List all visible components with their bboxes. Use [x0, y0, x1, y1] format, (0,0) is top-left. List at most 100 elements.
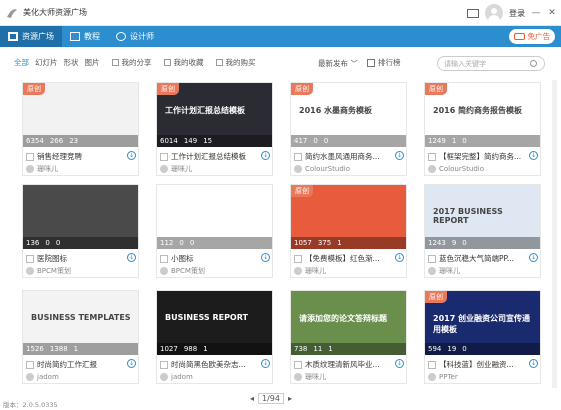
card-author[interactable]: 珊咪儿	[305, 266, 326, 276]
filter-all[interactable]: 全部	[14, 57, 29, 68]
card-thumbnail[interactable]: 请添加您的论文答辩标题 738 11 1	[291, 291, 406, 355]
card-title[interactable]: 【科技蓝】创业融资...	[439, 359, 514, 370]
resource-card[interactable]: BUSINESS REPORT 1027 988 1 时尚简黑色欧美杂志... jadom…	[156, 290, 273, 384]
card-title[interactable]: 销售经理竞聘	[37, 151, 82, 162]
resource-card[interactable]: 工作计划汇报总结模板 原创 6014 149 15 工作计划汇报总结模板 珊咪儿 ↓	[156, 82, 273, 176]
resource-card[interactable]: 2017 BUSINESS REPORT 1243 9 0 蓝色沉稳大气简端PP... 珊…	[424, 184, 541, 278]
comments-count: 1	[73, 345, 79, 353]
card-title[interactable]: 工作计划汇报总结模板	[171, 151, 246, 162]
card-author[interactable]: BPCM策划	[171, 266, 205, 276]
tab-designer[interactable]: 设计师	[108, 26, 162, 47]
card-author[interactable]: 珊咪儿	[305, 372, 326, 382]
comments-count: 0	[189, 239, 195, 247]
card-title[interactable]: 【免费模板】红色渐...	[305, 253, 380, 264]
download-icon[interactable]: ↓	[529, 359, 538, 368]
resource-card[interactable]: BUSINESS TEMPLATES 1526 1388 1 时尚简约工作汇报 jadom…	[22, 290, 139, 384]
avatar[interactable]	[485, 4, 503, 22]
card-title[interactable]: 时尚简黑色欧美杂志...	[171, 359, 246, 370]
card-thumbnail[interactable]: 2017 创业融资公司宣传通用模板 原创 594 19 0	[425, 291, 540, 355]
card-thumbnail[interactable]: BUSINESS TEMPLATES 1526 1388 1	[23, 291, 138, 355]
card-author[interactable]: jadom	[37, 373, 59, 381]
filter-slides[interactable]: 幻灯片	[35, 57, 58, 68]
resource-card[interactable]: 2017 创业融资公司宣传通用模板 原创 594 19 0 【科技蓝】创业融资... PPT…	[424, 290, 541, 384]
author-icon	[294, 266, 302, 275]
views-count: 1243	[428, 239, 446, 247]
filter-images[interactable]: 图片	[85, 57, 100, 68]
search-box[interactable]	[437, 56, 545, 71]
card-author[interactable]: 珊咪儿	[37, 164, 58, 174]
card-thumbnail[interactable]: 工作计划汇报总结模板 原创 6014 149 15	[157, 83, 272, 147]
download-icon[interactable]: ↓	[127, 253, 136, 262]
download-icon[interactable]: ↓	[261, 359, 270, 368]
card-thumbnail[interactable]: BUSINESS REPORT 1027 988 1	[157, 291, 272, 355]
tab-label: 设计师	[130, 32, 154, 41]
checkbox-label: 我的收藏	[173, 57, 204, 67]
card-title[interactable]: 蓝色沉稳大气简端PP...	[439, 253, 514, 264]
tab-tutorial[interactable]: 教程	[62, 26, 108, 47]
prev-page-button[interactable]: ◂	[250, 394, 254, 403]
resource-card[interactable]: 原创 1057 375 1 【免费模板】红色渐... 珊咪儿 ↓	[290, 184, 407, 278]
resource-card[interactable]: 2016 水墨商务模板 原创 417 0 0 简约水墨风通用商务... ColourStud…	[290, 82, 407, 176]
card-author[interactable]: ColourStudio	[439, 165, 484, 173]
resource-card[interactable]: 原创 6354 266 23 销售经理竞聘 珊咪儿 ↓	[22, 82, 139, 176]
likes-count: 988	[183, 345, 198, 353]
card-thumbnail[interactable]: 112 0 0	[157, 185, 272, 249]
card-title[interactable]: 医院图标	[37, 253, 67, 264]
ranking-button[interactable]: 排行榜	[367, 57, 401, 68]
resource-card[interactable]: 2016 简约商务报告模板 原创 1249 1 0 【框架完整】简约商务... Colour…	[424, 82, 541, 176]
original-badge: 原创	[157, 83, 179, 95]
card-title[interactable]: 木质纹理清新风毕业...	[305, 359, 380, 370]
search-input[interactable]	[444, 59, 530, 68]
author-icon	[160, 372, 168, 381]
card-author[interactable]: PPTer	[439, 373, 458, 381]
sort-dropdown[interactable]: 最新发布 ﹀	[318, 58, 358, 69]
app-title: 美化大师资源广场	[23, 8, 87, 17]
comments-count: 0	[462, 239, 467, 247]
close-icon[interactable]: ✕	[547, 8, 557, 18]
resource-card[interactable]: 请添加您的论文答辩标题 738 11 1 木质纹理清新风毕业... 珊咪儿 ↓	[290, 290, 407, 384]
card-thumbnail[interactable]: 2017 BUSINESS REPORT 1243 9 0	[425, 185, 540, 249]
resource-card[interactable]: 136 0 0 医院图标 BPCM策划 ↓	[22, 184, 139, 278]
scrollbar[interactable]	[552, 80, 557, 388]
card-thumbnail[interactable]: 2016 简约商务报告模板 原创 1249 1 0	[425, 83, 540, 147]
minimize-icon[interactable]: —	[531, 8, 541, 18]
download-icon[interactable]: ↓	[395, 359, 404, 368]
card-title[interactable]: 时尚简约工作汇报	[37, 359, 97, 370]
download-icon[interactable]: ↓	[529, 151, 538, 160]
download-icon[interactable]: ↓	[127, 359, 136, 368]
comments-count: 15	[203, 137, 213, 145]
download-icon[interactable]: ↓	[127, 151, 136, 160]
card-title[interactable]: 【框架完整】简约商务...	[439, 151, 521, 162]
card-title[interactable]: 小图标	[171, 253, 194, 264]
card-author[interactable]: jadom	[171, 373, 193, 381]
card-thumbnail[interactable]: 2016 水墨商务模板 原创 417 0 0	[291, 83, 406, 147]
card-author[interactable]: BPCM策划	[37, 266, 71, 276]
card-thumbnail[interactable]: 原创 6354 266 23	[23, 83, 138, 147]
page-indicator: 1/94	[258, 393, 284, 404]
download-icon[interactable]: ↓	[529, 253, 538, 262]
login-link[interactable]: 登录	[509, 8, 525, 19]
download-icon[interactable]: ↓	[395, 253, 404, 262]
filter-shapes[interactable]: 形状	[64, 57, 79, 68]
download-icon[interactable]: ↓	[395, 151, 404, 160]
search-icon[interactable]	[530, 60, 537, 67]
my-share-checkbox[interactable]: 我的分享	[111, 57, 152, 68]
mail-icon[interactable]	[467, 8, 479, 18]
next-page-button[interactable]: ▸	[288, 394, 292, 403]
card-author[interactable]: ColourStudio	[305, 165, 350, 173]
tab-resource-square[interactable]: 资源广场	[0, 26, 62, 47]
card-title[interactable]: 简约水墨风通用商务...	[305, 151, 380, 162]
my-favorites-checkbox[interactable]: 我的收藏	[163, 57, 204, 68]
card-author[interactable]: 珊咪儿	[439, 266, 460, 276]
thumbnail-text: BUSINESS TEMPLATES	[31, 313, 131, 322]
card-author[interactable]: 珊咪儿	[171, 164, 192, 174]
remove-ad-button[interactable]: 免广告	[508, 29, 555, 44]
resource-card[interactable]: 112 0 0 小图标 BPCM策划 ↓	[156, 184, 273, 278]
download-icon[interactable]: ↓	[261, 253, 270, 262]
download-icon[interactable]: ↓	[261, 151, 270, 160]
card-thumbnail[interactable]: 原创 1057 375 1	[291, 185, 406, 249]
app-logo-icon	[7, 8, 17, 18]
my-purchases-checkbox[interactable]: 我的购买	[215, 57, 256, 68]
thumbnail-text: 请添加您的论文答辩标题	[299, 314, 387, 323]
card-thumbnail[interactable]: 136 0 0	[23, 185, 138, 249]
